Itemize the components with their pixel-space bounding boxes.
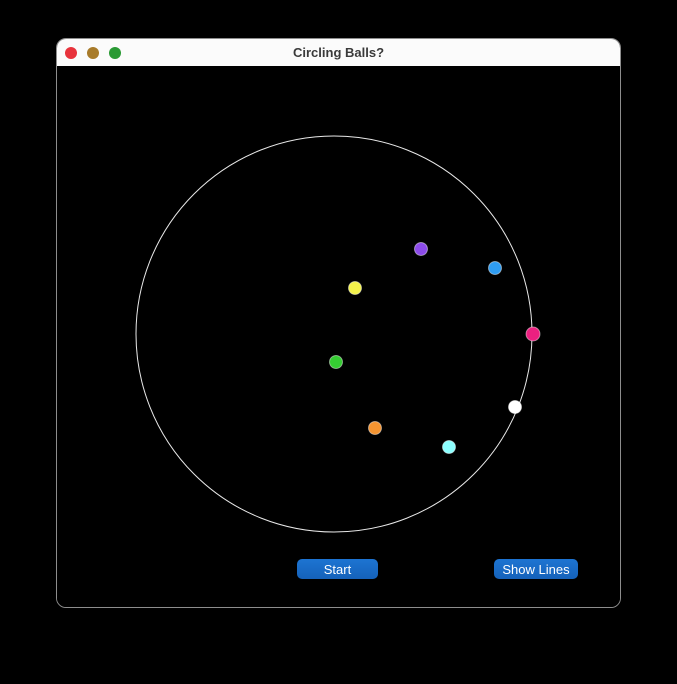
ball-orange xyxy=(369,422,382,435)
start-button[interactable]: Start xyxy=(297,559,378,579)
window-title: Circling Balls? xyxy=(57,39,620,66)
minimize-button[interactable] xyxy=(87,47,99,59)
ball-white xyxy=(509,401,522,414)
window-titlebar[interactable]: Circling Balls? xyxy=(57,39,620,66)
ball-pink xyxy=(526,327,540,341)
traffic-lights xyxy=(57,47,121,59)
app-window: Circling Balls? Start Show Lines xyxy=(56,38,621,608)
ball-cyan xyxy=(443,441,456,454)
zoom-button[interactable] xyxy=(109,47,121,59)
desktop-background: Circling Balls? Start Show Lines xyxy=(0,0,677,684)
canvas-area: Start Show Lines xyxy=(57,66,620,607)
close-button[interactable] xyxy=(65,47,77,59)
ball-purple xyxy=(415,243,428,256)
show-lines-button[interactable]: Show Lines xyxy=(494,559,578,579)
orbit-circle xyxy=(136,136,532,532)
ball-green xyxy=(330,356,343,369)
ball-blue xyxy=(489,262,502,275)
ball-yellow xyxy=(349,282,362,295)
balls-canvas xyxy=(57,66,620,607)
